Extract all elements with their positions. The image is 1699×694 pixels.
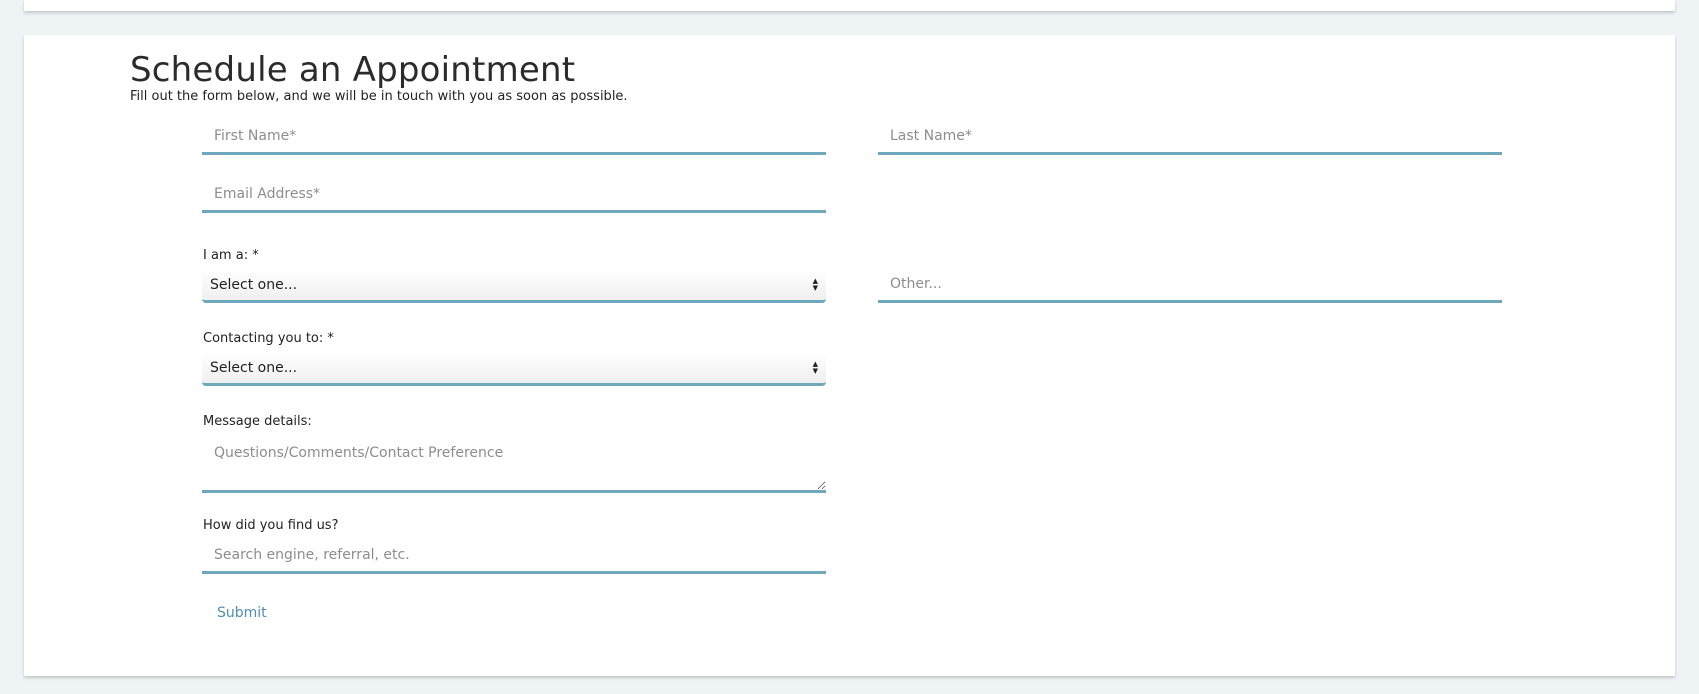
referral-label: How did you find us? — [203, 518, 339, 533]
purpose-select[interactable]: Select one... ▲ ▼ — [202, 352, 826, 386]
last-name-input[interactable] — [878, 120, 1502, 155]
other-role-input[interactable] — [878, 268, 1502, 303]
page-title: Schedule an Appointment — [130, 50, 576, 90]
role-select[interactable]: Select one... ▲ ▼ — [202, 269, 826, 303]
purpose-select-value: Select one... — [210, 359, 298, 376]
message-textarea[interactable] — [202, 436, 826, 493]
first-name-input[interactable] — [202, 120, 826, 155]
appointment-card: Schedule an Appointment Fill out the for… — [24, 35, 1675, 676]
select-arrows-icon: ▲ ▼ — [812, 359, 818, 375]
referral-input[interactable] — [202, 539, 826, 574]
email-input[interactable] — [202, 178, 826, 213]
submit-button[interactable]: Submit — [217, 605, 267, 621]
select-arrows-icon: ▲ ▼ — [812, 276, 818, 292]
previous-card — [24, 0, 1675, 11]
role-label: I am a: * — [203, 248, 259, 263]
role-select-value: Select one... — [210, 276, 298, 293]
purpose-label: Contacting you to: * — [203, 331, 334, 346]
message-label: Message details: — [203, 414, 312, 429]
page-subtitle: Fill out the form below, and we will be … — [130, 89, 628, 104]
